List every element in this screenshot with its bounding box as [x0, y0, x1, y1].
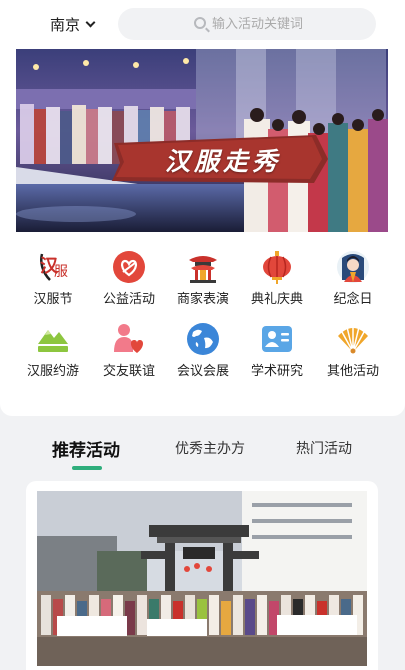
hanfu-festival-icon: 汉 服	[40, 253, 68, 281]
tab-active-indicator	[72, 466, 102, 470]
category-label: 汉服约游	[26, 364, 79, 379]
header-bar: 南京	[0, 6, 405, 42]
fan-icon	[338, 326, 368, 354]
category-label: 公益活动	[102, 292, 155, 307]
category-label: 汉服节	[33, 292, 73, 307]
tab-top-organizers[interactable]: 优秀主办方	[175, 438, 245, 458]
category-label: 纪念日	[333, 292, 373, 307]
category-conference[interactable]: 会议会展	[162, 320, 242, 382]
banner-title: 汉服走秀	[164, 147, 281, 176]
charity-heart-icon	[113, 251, 145, 283]
search-input[interactable]	[212, 8, 372, 40]
svg-text:服: 服	[54, 264, 68, 280]
category-merchant-show[interactable]: 商家表演	[162, 248, 242, 310]
activity-card[interactable]	[26, 481, 378, 670]
category-label: 典礼庆典	[250, 292, 303, 307]
category-label: 会议会展	[176, 364, 229, 379]
hero-banner[interactable]: 汉服走秀	[16, 49, 388, 232]
category-hanfu-outing[interactable]: 汉服约游	[12, 320, 92, 382]
app-screen: 南京 输入活动关键词 汉服走秀 汉 服 汉服节 公益活动 商家表演 典礼庆典 纪…	[0, 0, 405, 670]
category-hanfu-festival[interactable]: 汉 服 汉服节	[12, 248, 92, 310]
people-heart-icon	[114, 324, 144, 353]
scholar-card-icon	[262, 326, 292, 352]
activity-photo	[37, 491, 367, 666]
category-social[interactable]: 交友联谊	[88, 320, 168, 382]
search-box[interactable]	[118, 8, 376, 40]
portrait-icon	[337, 251, 369, 283]
tab-recommended[interactable]: 推荐活动	[52, 436, 120, 461]
category-label: 学术研究	[250, 364, 303, 379]
category-anniversary[interactable]: 纪念日	[312, 248, 392, 310]
category-label: 商家表演	[176, 292, 229, 307]
activity-tabs: 推荐活动 优秀主办方 热门活动	[0, 430, 405, 478]
lantern-icon	[263, 251, 291, 284]
category-research[interactable]: 学术研究	[236, 320, 316, 382]
tab-popular[interactable]: 热门活动	[296, 438, 352, 458]
globe-icon	[187, 323, 219, 355]
city-selector[interactable]: 南京	[50, 14, 96, 35]
chevron-down-icon	[85, 17, 96, 28]
city-label: 南京	[50, 16, 81, 34]
mountain-icon	[38, 330, 68, 352]
category-label: 交友联谊	[102, 364, 155, 379]
category-ceremony[interactable]: 典礼庆典	[236, 248, 316, 310]
pavilion-icon	[189, 256, 217, 283]
search-icon	[194, 17, 206, 29]
category-other[interactable]: 其他活动	[312, 320, 392, 382]
category-charity[interactable]: 公益活动	[88, 248, 168, 310]
category-label: 其他活动	[326, 364, 379, 379]
